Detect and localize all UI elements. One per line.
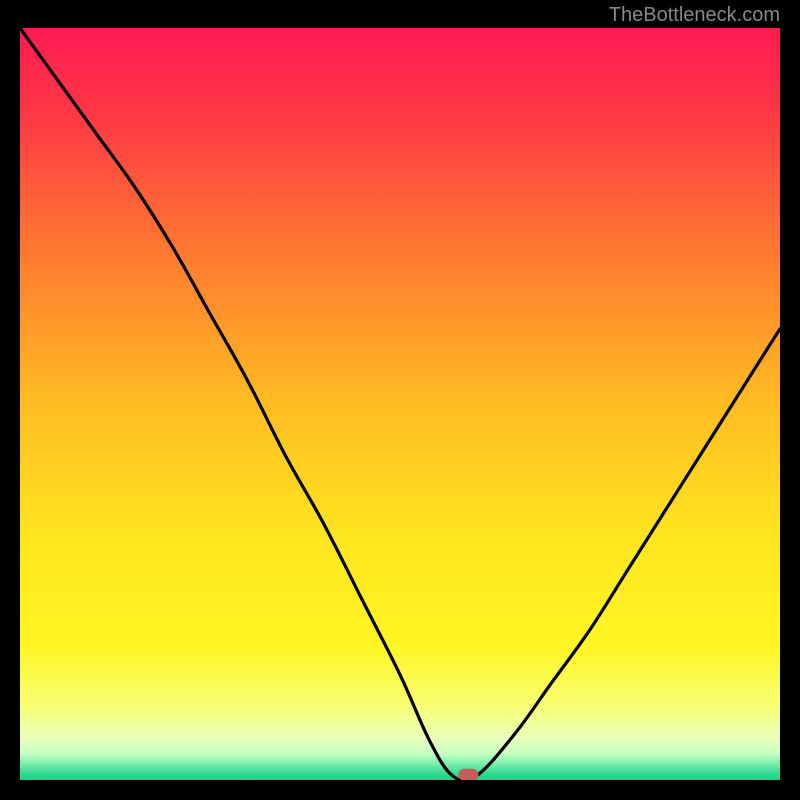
attribution-text: TheBottleneck.com (609, 4, 780, 27)
bottleneck-curve (20, 28, 780, 780)
plot-area (20, 28, 780, 780)
chart-container: TheBottleneck.com (0, 0, 800, 800)
optimal-marker-icon (458, 769, 478, 780)
